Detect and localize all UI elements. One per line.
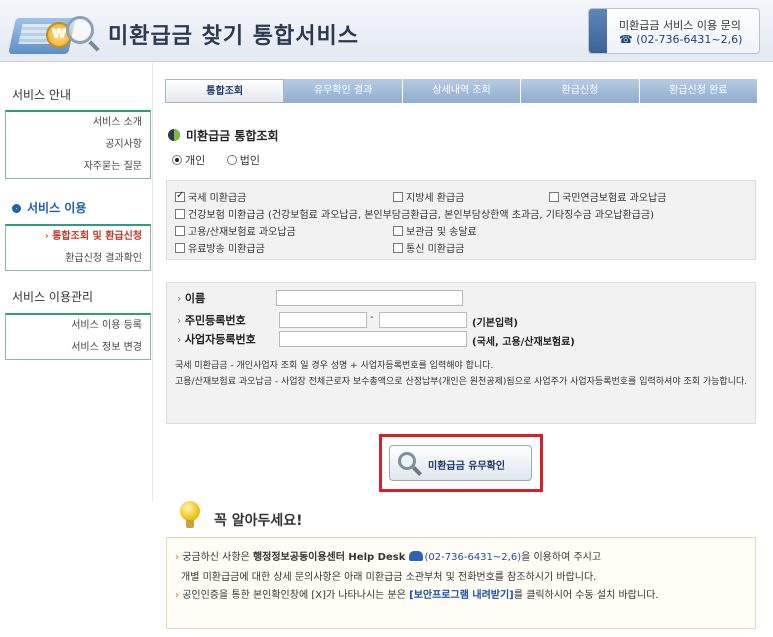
- name-label: 이름: [177, 290, 205, 306]
- help-line-2: 고용/산재보험료 과오납금 - 사업장 전체근로자 보수총액으로 산정납부(개인…: [175, 377, 748, 387]
- radio-corporation[interactable]: [226, 155, 237, 165]
- checkbox-national-tax[interactable]: [175, 190, 185, 202]
- rrn-dash: -: [370, 312, 374, 323]
- step-integrated-search: 통합조회: [165, 79, 285, 103]
- contact-phone: ☎ (02-736-6431~2,6): [619, 33, 743, 46]
- checkbox-label: 통신 미환급금: [406, 244, 465, 255]
- logo: ₩: [8, 6, 98, 58]
- magnifier-icon: [398, 452, 416, 470]
- sidebar-item-service-change[interactable]: 서비스 정보 변경: [6, 337, 150, 359]
- checkbox-deposit[interactable]: [393, 226, 403, 236]
- helpdesk-phone: (02-736-6431~2,6): [408, 551, 522, 563]
- sidebar-heading-service-manage: 서비스 이용관리: [12, 290, 94, 304]
- notice-line-3: › 공인인증을 통한 본인확인창에 [X]가 나타나시는 분은 [보안프로그램 …: [175, 586, 658, 601]
- check-refund-button-label: 미환급금 유무확인: [428, 461, 506, 472]
- notice-text: 공인인증을 통한 본인확인창에 [X]가 나타나시는 분은: [182, 590, 410, 601]
- section-title-text: 미환급금 통합조회: [186, 129, 279, 143]
- rrn-note: (기본입력): [472, 318, 518, 329]
- checkbox-health-insurance[interactable]: [175, 209, 185, 219]
- step-refund-complete: 환급신청 완료: [639, 79, 759, 103]
- radio-individual[interactable]: [172, 155, 182, 165]
- notice-text: 을 이용하여 주시고: [521, 552, 602, 563]
- step-refund-request: 환급신청: [521, 79, 640, 103]
- radio-corporation-label: 법인: [239, 154, 260, 167]
- checkbox-item-national-pension: 국민연금보험료 과오납금: [549, 189, 666, 204]
- sidebar-item-faq[interactable]: 자주묻는 질문: [6, 156, 150, 178]
- checkbox-pay-tv[interactable]: [175, 243, 185, 253]
- sidebar-heading-label: 서비스 이용: [27, 201, 87, 215]
- step-existence-result: 유무확인 결과: [284, 79, 403, 103]
- name-input[interactable]: [276, 290, 463, 306]
- notice-line-1: › 궁금하신 사항은 행정정보공동이용센터 Help Desk (02-736-…: [175, 548, 601, 563]
- sidebar-item-integrated-search[interactable]: 통합조회 및 환급신청: [6, 226, 150, 248]
- step-indicator: 통합조회 유무확인 결과 상세내역 조회 환급신청 환급신청 완료: [165, 79, 759, 103]
- brn-label: 사업자등록번호: [177, 331, 256, 347]
- checkbox-label: 보관금 및 송달료: [406, 227, 477, 238]
- bullet-arrow-icon: ›: [175, 552, 179, 563]
- checkbox-local-tax[interactable]: [393, 192, 403, 202]
- checkbox-label: 유료방송 미환급금: [188, 244, 265, 255]
- refund-type-panel: 국세 미환급금 지방세 환급금 국민연금보험료 과오납금 건강보험 미환급금 (…: [166, 180, 756, 260]
- header: ₩ 미환급금 찾기 통합서비스 미환급금 서비스 이용 문의 ☎ (02-736…: [0, 0, 773, 62]
- form-help-text: 국세 미환급금 - 개인사업자 조회 일 경우 성명 + 사업자등록번호를 입력…: [175, 358, 749, 390]
- sidebar-item-service-register[interactable]: 서비스 이용 등록: [6, 315, 150, 337]
- rrn-back-input[interactable]: [379, 312, 467, 328]
- notice-box: › 궁금하신 사항은 행정정보공동이용센터 Help Desk (02-736-…: [166, 537, 756, 629]
- helpdesk-name: 행정정보공동이용센터 Help Desk: [252, 552, 406, 563]
- sidebar-divider: [152, 62, 153, 502]
- brn-note: (국세, 고용/산재보험료): [472, 337, 575, 348]
- magnifier-icon: [66, 16, 94, 44]
- notice-title: 꼭 알아두세요!: [214, 513, 303, 529]
- brn-input[interactable]: [279, 331, 467, 347]
- sidebar-box-service-use: 통합조회 및 환급신청 환급신청 결과확인: [5, 224, 151, 271]
- sidebar-heading-service-info: 서비스 안내: [12, 88, 72, 102]
- contact-box: 미환급금 서비스 이용 문의 ☎ (02-736-6431~2,6): [588, 8, 760, 54]
- help-line-1: 국세 미환급금 - 개인사업자 조회 일 경우 성명 + 사업자등록번호를 입력…: [175, 361, 494, 371]
- sidebar-heading-service-use: 서비스 이용: [12, 199, 86, 216]
- checkbox-item-telecom: 통신 미환급금: [393, 240, 464, 255]
- sidebar-item-refund-result[interactable]: 환급신청 결과확인: [6, 248, 150, 270]
- rrn-front-input[interactable]: [279, 312, 367, 328]
- telephone-icon: [408, 551, 423, 561]
- contact-label: 미환급금 서비스 이용 문의: [619, 19, 741, 32]
- step-detail-search: 상세내역 조회: [402, 79, 522, 103]
- helpdesk-phone-number: (02-736-6431~2,6): [424, 552, 522, 563]
- checkbox-employment-insurance[interactable]: [175, 226, 185, 236]
- section-title: 미환급금 통합조회: [168, 127, 279, 144]
- lightbulb-icon: [180, 501, 200, 529]
- checkbox-item-health-insurance: 건강보험 미환급금 (건강보험료 과오납금, 본인부담금환급금, 본인부담상한액…: [175, 206, 654, 221]
- sidebar-box-service-manage: 서비스 이용 등록 서비스 정보 변경: [5, 313, 151, 360]
- notice-text: 를 클릭하시어 수동 설치 바랍니다.: [513, 590, 659, 601]
- sidebar-box-service-info: 서비스 소개 공지사항 자주묻는 질문: [5, 110, 151, 179]
- checkbox-label: 지방세 환급금: [406, 193, 465, 204]
- site-title: 미환급금 찾기 통합서비스: [108, 24, 359, 49]
- radio-individual-label: 개인: [185, 154, 206, 167]
- notice-text: 궁금하신 사항은: [182, 552, 253, 563]
- download-security-link[interactable]: [보안프로그램 내려받기]: [409, 590, 514, 601]
- bullet-arrow-icon: ›: [175, 590, 179, 601]
- checkbox-item-pay-tv: 유료방송 미환급금: [175, 240, 265, 255]
- sidebar-item-service-intro[interactable]: 서비스 소개: [6, 112, 150, 134]
- rrn-label: 주민등록번호: [177, 312, 246, 328]
- check-refund-button[interactable]: 미환급금 유무확인: [389, 445, 532, 481]
- contact-tab-decoration: [589, 9, 607, 53]
- checkbox-item-employment-insurance: 고용/산재보험료 과오납금: [175, 223, 296, 238]
- checkbox-label: 건강보험 미환급금 (건강보험료 과오납금, 본인부담금환급금, 본인부담상한액…: [188, 210, 654, 221]
- checkbox-item-national-tax: 국세 미환급금: [175, 189, 246, 204]
- checkbox-national-pension[interactable]: [549, 192, 559, 202]
- section-bullet-icon: [168, 129, 180, 141]
- checkbox-item-local-tax: 지방세 환급금: [393, 189, 464, 204]
- checkbox-label: 고용/산재보험료 과오납금: [188, 227, 296, 238]
- checkbox-telecom[interactable]: [393, 243, 403, 253]
- checkbox-label: 국민연금보험료 과오납금: [562, 193, 667, 204]
- notice-line-2: 개별 미환급금에 대한 상세 문의사항은 아래 미환급금 소관부처 및 전화번호…: [181, 572, 597, 583]
- identity-form-panel: 이름 주민등록번호 - (기본입력) 사업자등록번호 (국세, 고용/산재보험료…: [166, 282, 756, 424]
- checkbox-item-deposit: 보관금 및 송달료: [393, 223, 477, 238]
- user-type-radio-group: 개인 법인: [172, 152, 278, 168]
- checkbox-label: 국세 미환급금: [188, 193, 247, 204]
- sidebar-item-notice[interactable]: 공지사항: [6, 134, 150, 156]
- active-section-icon: [12, 204, 21, 213]
